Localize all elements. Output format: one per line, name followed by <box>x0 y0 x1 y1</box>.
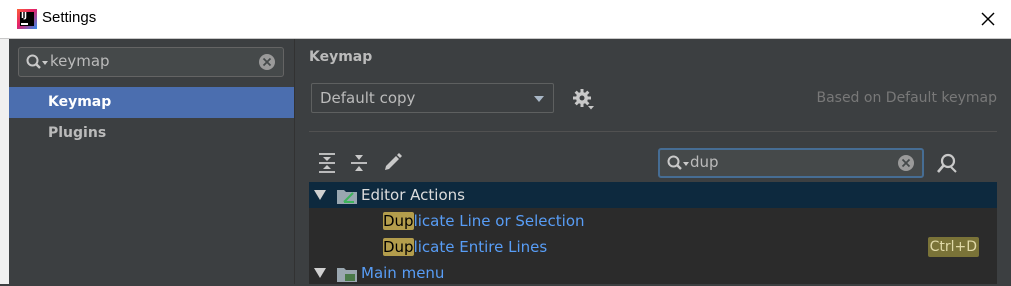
search-icon[interactable] <box>666 154 690 174</box>
divider <box>309 131 997 132</box>
edit-icon[interactable] <box>383 152 403 172</box>
search-icon[interactable] <box>25 53 49 73</box>
tree-row-duplicate-entire-lines[interactable]: Duplicate Entire Lines Ctrl+D <box>309 234 997 260</box>
keymap-select[interactable]: Default copy <box>311 83 554 113</box>
window-edge <box>0 39 9 284</box>
page-title: Keymap <box>309 49 373 65</box>
action-label-rest: licate Line or Selection <box>413 212 585 230</box>
sidebar-item-keymap[interactable]: Keymap <box>9 87 294 118</box>
close-button[interactable] <box>975 6 1001 32</box>
action-label-rest: licate Entire Lines <box>413 238 548 256</box>
tree-row-duplicate-line[interactable]: Duplicate Line or Selection <box>309 208 997 234</box>
find-shortcut-icon[interactable] <box>936 152 958 174</box>
settings-search-value: keymap <box>50 52 110 70</box>
folder-icon <box>337 268 357 282</box>
folder-icon <box>337 190 357 204</box>
chevron-down-icon[interactable] <box>314 268 326 278</box>
tree-item-label: Main menu <box>361 264 445 282</box>
tree-item-label: Editor Actions <box>361 186 465 204</box>
title-bar: IJ Settings <box>0 0 1011 39</box>
sidebar-item-plugins[interactable]: Plugins <box>9 118 294 149</box>
collapse-all-icon[interactable] <box>350 152 368 174</box>
gear-icon[interactable] <box>572 88 594 110</box>
window-title: Settings <box>42 9 97 26</box>
match-highlight: Dup <box>383 212 414 230</box>
close-icon <box>981 12 995 26</box>
based-on-label: Based on Default keymap <box>816 90 997 106</box>
chevron-down-icon <box>534 96 544 102</box>
tree-row-editor-actions[interactable]: Editor Actions <box>309 182 997 208</box>
tree-row-main-menu[interactable]: Main menu <box>309 260 997 286</box>
settings-search-input[interactable]: keymap <box>18 47 284 77</box>
expand-all-icon[interactable] <box>318 152 336 174</box>
keymap-filter-value: dup <box>690 153 719 171</box>
chevron-down-icon[interactable] <box>314 190 326 200</box>
shortcut-badge: Ctrl+D <box>927 237 979 257</box>
keymap-filter-input[interactable]: dup <box>658 148 924 178</box>
clear-icon[interactable] <box>258 53 276 71</box>
app-logo-icon: IJ <box>17 9 37 29</box>
match-highlight: Dup <box>383 238 414 256</box>
keymap-tree[interactable]: Editor Actions Duplicate Line or Selecti… <box>309 182 997 284</box>
keymap-select-value: Default copy <box>320 89 416 107</box>
action-label: Duplicate Entire Lines <box>383 234 547 260</box>
action-label: Duplicate Line or Selection <box>383 208 585 234</box>
clear-icon[interactable] <box>897 154 915 172</box>
